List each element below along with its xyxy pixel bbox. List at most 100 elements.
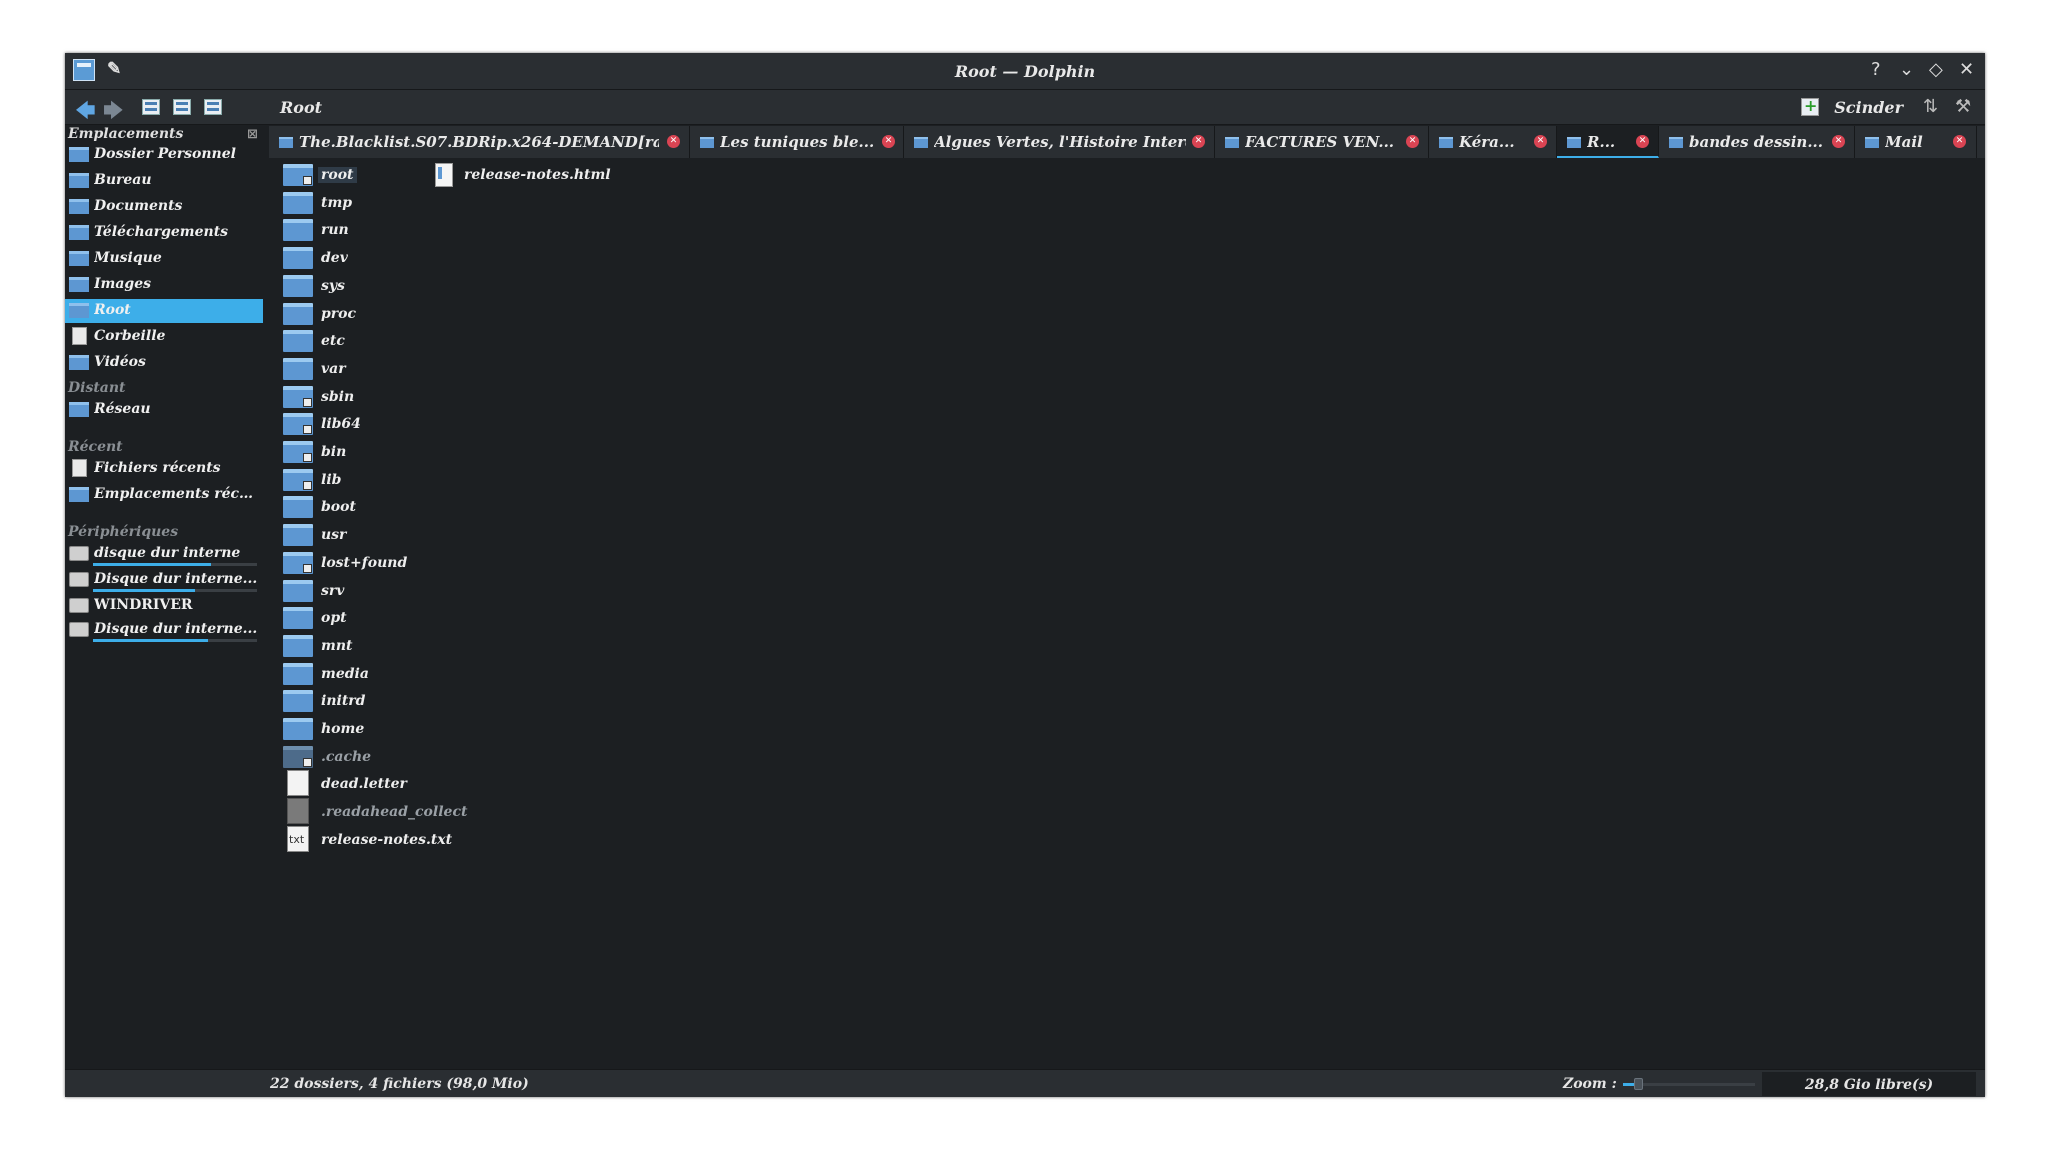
- recent-places-icon: [69, 487, 89, 502]
- link-badge-icon: [303, 757, 312, 767]
- file-name: etc: [321, 333, 345, 350]
- close-tab-icon[interactable]: ✕: [1636, 135, 1649, 148]
- sidebar-item-music[interactable]: Musique: [65, 247, 263, 271]
- network-folder-icon: [69, 402, 89, 417]
- sidebar-item-home[interactable]: Dossier Personnel: [65, 143, 263, 167]
- music-folder-icon: [69, 251, 89, 266]
- link-badge-icon: [303, 425, 312, 435]
- tab[interactable]: Kéra... ✕: [1429, 126, 1557, 158]
- disk-usage-bar: [93, 563, 257, 566]
- hard-drive-icon: [69, 546, 89, 561]
- folder-icon: [283, 330, 313, 353]
- disk-usage-fill: [93, 589, 195, 592]
- zoom-slider-handle[interactable]: [1634, 1078, 1644, 1090]
- sidebar-item-downloads[interactable]: Téléchargements: [65, 221, 263, 245]
- usb-drive-icon: [69, 598, 89, 613]
- folder-icon: [283, 357, 313, 380]
- dolphin-window: ✎ Root — Dolphin ? ⌄ ◇ ✕ 🡄 🡆 Root Scinde…: [65, 53, 1985, 1097]
- sidebar-item-device[interactable]: Disque dur interne...: [65, 618, 263, 642]
- remote-header: Distant: [68, 380, 126, 396]
- tab[interactable]: The.Blacklist.S07.BDRip.x264-DEMAND[rar.…: [269, 126, 690, 158]
- folder-icon: [279, 137, 293, 148]
- sidebar-item-device[interactable]: WINDRIVER: [65, 594, 263, 618]
- folder-icon: [283, 662, 313, 685]
- disk-usage-bar: [93, 639, 257, 642]
- close-tab-icon[interactable]: ✕: [1953, 135, 1966, 148]
- file-name: lib64: [321, 416, 361, 433]
- compact-view-icon[interactable]: [173, 99, 191, 115]
- sidebar-item-network[interactable]: Réseau: [65, 398, 263, 422]
- sidebar-item-videos[interactable]: Vidéos: [65, 351, 263, 375]
- file-name: proc: [321, 305, 357, 322]
- folder-icon: [283, 496, 313, 519]
- close-tab-icon[interactable]: ✕: [1534, 135, 1547, 148]
- zoom-slider[interactable]: [1623, 1078, 1755, 1090]
- tab[interactable]: Mail ✕: [1855, 126, 1977, 158]
- minimize-icon[interactable]: ⌄: [1899, 59, 1914, 80]
- desktop-icon: [69, 173, 89, 188]
- folder-icon: [283, 219, 313, 242]
- folder-icon: [283, 164, 313, 186]
- sidebar-item-device[interactable]: Disque dur interne...: [65, 568, 263, 592]
- file-name: usr: [321, 527, 347, 544]
- tab-active[interactable]: R... ✕: [1557, 126, 1659, 158]
- sidebar-item-desktop[interactable]: Bureau: [65, 169, 263, 193]
- sidebar-item-recent-places[interactable]: Emplacements réce...: [65, 483, 263, 507]
- close-icon[interactable]: ✕: [1959, 59, 1974, 80]
- file-name: lost+found: [321, 554, 408, 571]
- sidebar-item-device[interactable]: disque dur interne: [65, 542, 263, 566]
- close-tab-icon[interactable]: ✕: [1832, 135, 1845, 148]
- tab[interactable]: FACTURES VEN... ✕: [1215, 126, 1429, 158]
- file-name: tmp: [321, 194, 353, 211]
- places-panel: Emplacements ⊠ Dossier Personnel Bureau …: [65, 125, 265, 1077]
- file-name: .readahead_collect: [321, 804, 468, 821]
- file-name: var: [321, 360, 346, 377]
- recent-header: Récent: [68, 439, 123, 455]
- file-view[interactable]: root tmp run dev sys proc etc var sbin lib64 bin li…: [269, 159, 1985, 1069]
- temp-folder-icon: [283, 191, 313, 214]
- file-name: initrd: [321, 693, 366, 710]
- file-icon: [287, 798, 309, 825]
- sidebar-item-trash[interactable]: Corbeille: [65, 325, 263, 349]
- title-bar[interactable]: ✎ Root — Dolphin ? ⌄ ◇ ✕: [65, 53, 1985, 90]
- tab[interactable]: Les tuniques ble... ✕: [690, 126, 904, 158]
- file-icon: [287, 770, 309, 797]
- free-space-box[interactable]: 28,8 Gio libre(s): [1762, 1072, 1976, 1096]
- videos-folder-icon: [69, 355, 89, 370]
- disk-usage-bar: [93, 589, 257, 592]
- main-toolbar: 🡄 🡆 Root Scinder ⇅ ⚒: [65, 90, 1985, 125]
- configure-icon[interactable]: ⚒: [1955, 96, 1971, 117]
- close-tab-icon[interactable]: ✕: [667, 135, 680, 148]
- sidebar-item-root[interactable]: Root: [65, 299, 263, 323]
- help-icon[interactable]: ?: [1871, 59, 1881, 80]
- close-tab-icon[interactable]: ✕: [1406, 135, 1419, 148]
- hard-drive-icon: [69, 572, 89, 587]
- folder-icon: [283, 745, 313, 768]
- maximize-icon[interactable]: ◇: [1929, 59, 1943, 80]
- close-tab-icon[interactable]: ✕: [1192, 135, 1205, 148]
- file-name: srv: [321, 582, 345, 599]
- folder-icon: [283, 524, 313, 547]
- sort-icon[interactable]: ⇅: [1923, 96, 1938, 117]
- close-panel-icon[interactable]: ⊠: [247, 127, 258, 142]
- sidebar-item-documents[interactable]: Documents: [65, 195, 263, 219]
- sidebar-item-pictures[interactable]: Images: [65, 273, 263, 297]
- file-name: release-notes.txt: [321, 831, 453, 848]
- sidebar-item-recent-files[interactable]: Fichiers récents: [65, 457, 263, 481]
- split-button[interactable]: Scinder: [1834, 98, 1903, 117]
- folder-icon: [700, 137, 714, 148]
- split-view-icon[interactable]: [1801, 96, 1819, 116]
- breadcrumb[interactable]: Root: [280, 98, 322, 117]
- details-view-icon[interactable]: [204, 99, 222, 115]
- file-name: .cache: [321, 748, 372, 765]
- icons-view-icon[interactable]: [142, 99, 160, 115]
- folder-icon: [283, 441, 313, 463]
- tab[interactable]: bandes dessin... ✕: [1659, 126, 1855, 158]
- file-name: mnt: [321, 637, 353, 654]
- folder-icon: [283, 247, 313, 270]
- folder-icon: [1669, 137, 1683, 148]
- tab[interactable]: Algues Vertes, l'Histoire Interd... ✕: [904, 126, 1215, 158]
- html-file-icon: [435, 163, 453, 187]
- close-tab-icon[interactable]: ✕: [882, 135, 895, 148]
- file-name: lib: [321, 471, 342, 488]
